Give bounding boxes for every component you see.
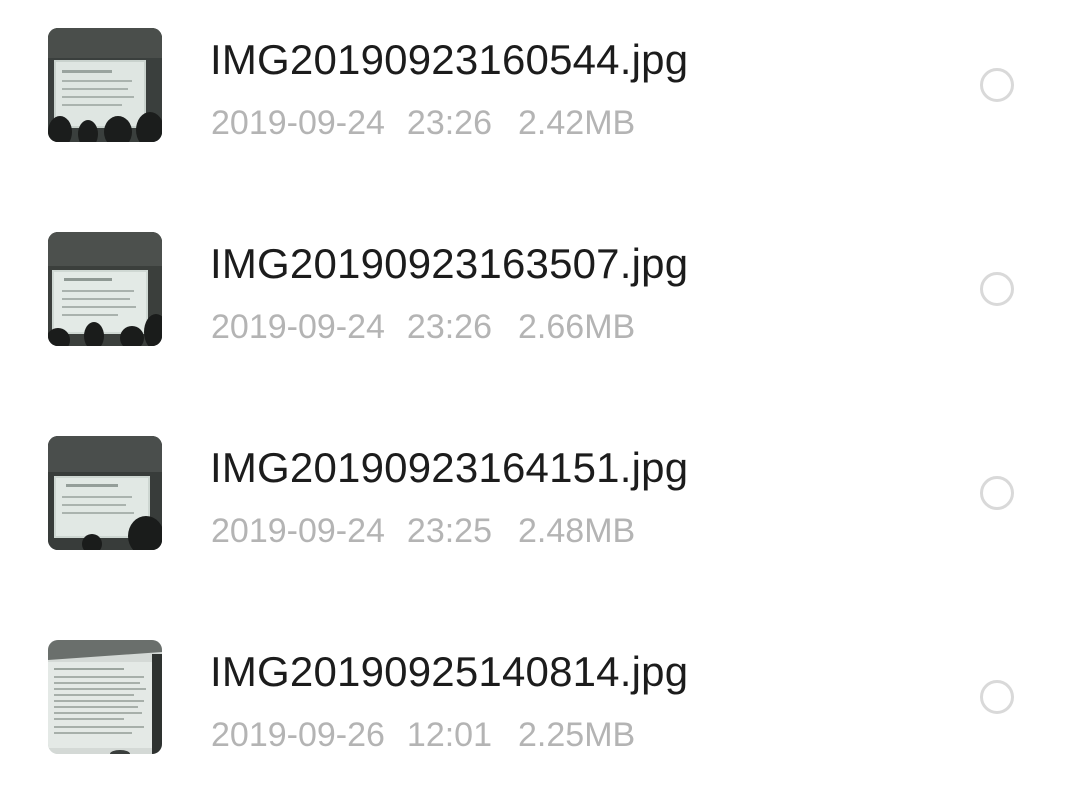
select-radio-button[interactable]: [980, 272, 1014, 306]
file-meta: 2019-09-24 23:26 2.42MB: [211, 101, 635, 145]
photo-thumbnail-icon[interactable]: [48, 436, 162, 550]
file-size: 2.42MB: [518, 104, 636, 142]
select-radio-button[interactable]: [980, 476, 1014, 510]
file-row[interactable]: IMG20190923164151.jpg 2019-09-24 23:25 2.4…: [0, 408, 1080, 612]
file-time: 12:01: [406, 716, 493, 754]
photo-thumbnail-icon[interactable]: [48, 640, 162, 754]
file-time: 23:26: [406, 104, 493, 142]
file-name: IMG20190925140814.jpg: [210, 648, 689, 695]
file-meta: 2019-09-24 23:26 2.66MB: [211, 305, 635, 349]
photo-thumbnail-icon[interactable]: [48, 28, 162, 142]
file-date: 2019-09-24: [211, 104, 385, 142]
file-name: IMG20190923163507.jpg: [210, 240, 689, 287]
file-date: 2019-09-24: [211, 308, 385, 346]
photo-thumbnail-icon[interactable]: [48, 232, 162, 346]
file-row[interactable]: IMG20190923163507.jpg 2019-09-24 23:26 2.6…: [0, 204, 1080, 408]
file-name: IMG20190923160544.jpg: [210, 36, 689, 83]
file-row[interactable]: IMG20190925140814.jpg 2019-09-26 12:01 2.2…: [0, 612, 1080, 804]
file-date: 2019-09-24: [211, 512, 385, 550]
file-time: 23:26: [406, 308, 493, 346]
select-radio-button[interactable]: [980, 68, 1014, 102]
file-meta: 2019-09-24 23:25 2.48MB: [211, 509, 635, 553]
file-date: 2019-09-26: [211, 716, 385, 754]
file-list: IMG20190923160544.jpg 2019-09-24 23:26 2.4…: [0, 0, 1080, 804]
file-meta: 2019-09-26 12:01 2.25MB: [211, 713, 635, 757]
file-size: 2.48MB: [518, 512, 636, 550]
file-size: 2.25MB: [518, 716, 636, 754]
file-name: IMG20190923164151.jpg: [210, 444, 689, 491]
select-radio-button[interactable]: [980, 680, 1014, 714]
file-time: 23:25: [406, 512, 493, 550]
file-row[interactable]: IMG20190923160544.jpg 2019-09-24 23:26 2.4…: [0, 0, 1080, 204]
file-size: 2.66MB: [518, 308, 636, 346]
